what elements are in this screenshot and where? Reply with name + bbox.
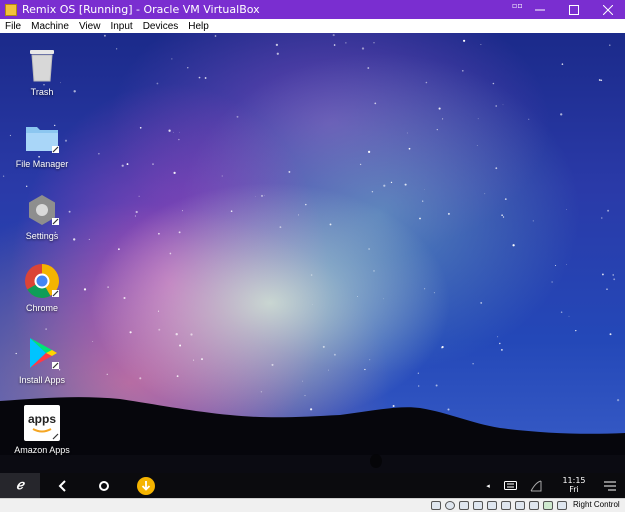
mountain-silhouette: [0, 397, 625, 473]
signal-icon[interactable]: [528, 473, 544, 498]
network-icon[interactable]: [473, 501, 483, 510]
folder-icon: [26, 127, 59, 153]
virtualbox-app-icon: [5, 3, 17, 16]
menu-input[interactable]: Input: [105, 21, 137, 32]
desktop-icon-label: File Manager: [15, 159, 69, 169]
back-icon: [58, 479, 66, 492]
home-button[interactable]: [93, 473, 115, 498]
guest-desktop[interactable]: Trash File Manager Settings Chrome Insta…: [0, 33, 625, 473]
desktop-icon-amazon-apps[interactable]: apps Amazon Apps: [2, 405, 82, 455]
desktop-icon-chrome[interactable]: Chrome: [2, 263, 82, 313]
cpu-icon[interactable]: [543, 501, 553, 510]
start-button[interactable]: ℯ: [0, 473, 40, 498]
menu-file[interactable]: File: [0, 21, 26, 32]
shared-folders-icon[interactable]: [501, 501, 511, 510]
mini-toolbar-icon[interactable]: ▫▫: [512, 1, 523, 10]
hard-disk-icon[interactable]: [431, 501, 441, 510]
menu-machine[interactable]: Machine: [26, 21, 74, 32]
desktop-icon-install-apps[interactable]: Install Apps: [2, 335, 82, 385]
play-store-icon: [30, 338, 59, 369]
audio-icon[interactable]: [459, 501, 469, 510]
video-capture-icon[interactable]: [529, 501, 539, 510]
usb-icon[interactable]: [487, 501, 497, 510]
menu-devices[interactable]: Devices: [138, 21, 184, 32]
amazon-apps-icon: apps: [24, 405, 60, 441]
download-icon: [137, 476, 155, 495]
back-button[interactable]: [52, 473, 74, 498]
remix-logo-icon: ℯ: [16, 478, 24, 493]
remix-taskbar: ℯ ◂ 11:15 Fri: [0, 473, 625, 498]
clock[interactable]: 11:15 Fri: [560, 476, 588, 494]
mouse-integration-icon[interactable]: [557, 501, 567, 510]
maximize-icon[interactable]: [557, 0, 591, 19]
minimize-icon[interactable]: [523, 0, 557, 19]
desktop-icon-label: Amazon Apps: [14, 445, 70, 455]
notification-menu-icon[interactable]: [600, 473, 620, 498]
chrome-icon: [25, 264, 59, 298]
clock-day: Fri: [569, 485, 579, 494]
desktop-icon-label: Chrome: [25, 303, 58, 313]
window-title-bar[interactable]: Remix OS [Running] - Oracle VM VirtualBo…: [0, 0, 625, 19]
window-title: Remix OS [Running] - Oracle VM VirtualBo…: [22, 3, 260, 16]
desktop-icon-trash[interactable]: Trash: [2, 47, 82, 97]
keyboard-icon[interactable]: [502, 473, 518, 498]
menu-help[interactable]: Help: [183, 21, 214, 32]
host-key-label: Right Control: [573, 500, 620, 509]
tray-expand-icon[interactable]: ◂: [482, 473, 494, 498]
desktop-icon-file-manager[interactable]: File Manager: [2, 121, 82, 169]
desktop-icon-label: Trash: [30, 87, 54, 97]
close-icon[interactable]: [591, 0, 625, 19]
menu-view[interactable]: View: [74, 21, 106, 32]
desktop-icon-settings[interactable]: Settings: [2, 193, 82, 241]
home-icon: [99, 480, 109, 491]
desktop-icon-label: Install Apps: [18, 375, 66, 385]
menu-bar: File Machine View Input Devices Help: [0, 19, 625, 33]
trash-icon: [30, 50, 54, 82]
desktop-icon-label: Settings: [25, 231, 59, 241]
display-icon[interactable]: [515, 501, 525, 510]
settings-icon: [29, 195, 59, 225]
vm-status-bar: Right Control: [0, 498, 625, 512]
download-notification[interactable]: [135, 473, 157, 498]
optical-drive-icon[interactable]: [445, 501, 455, 510]
clock-time: 11:15: [562, 476, 586, 485]
